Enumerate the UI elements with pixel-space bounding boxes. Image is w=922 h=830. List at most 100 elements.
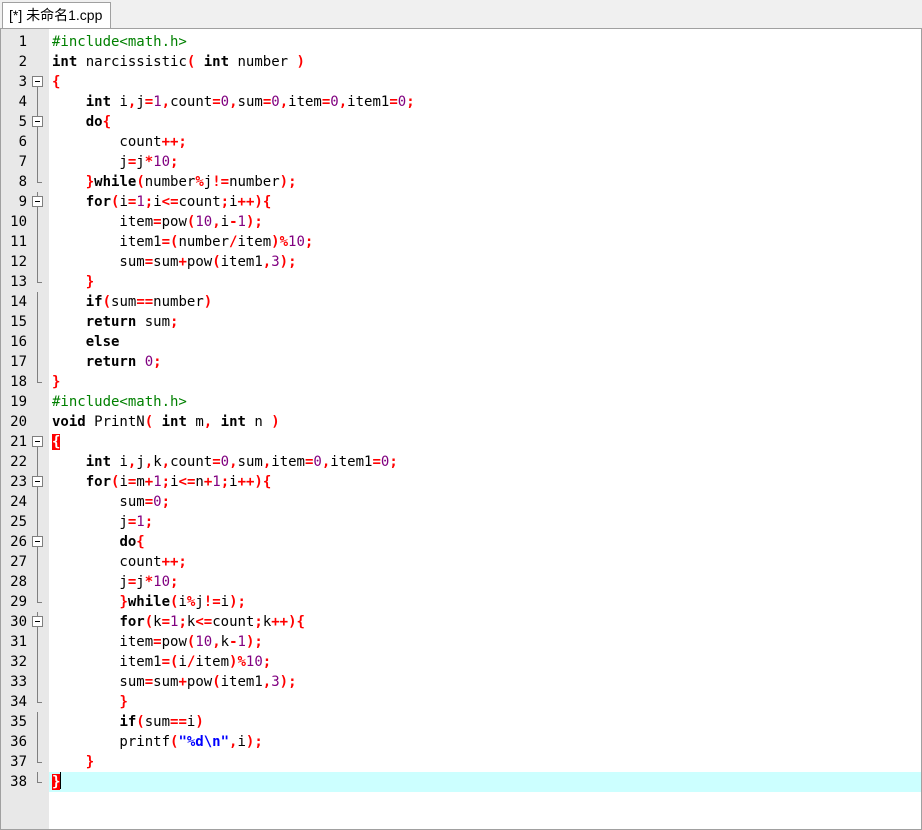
code-line[interactable]: 15 return sum;: [1, 312, 921, 332]
file-tab[interactable]: [*] 未命名1.cpp: [2, 2, 112, 28]
code-line[interactable]: 8 }while(number%j!=number);: [1, 172, 921, 192]
code-editor[interactable]: 1 #include<math.h> 2 int narcissistic( int …: [0, 28, 922, 830]
fold-guide: [31, 372, 45, 392]
code-line[interactable]: 5 do{: [1, 112, 921, 132]
code-token: item: [237, 234, 272, 250]
code-token: }: [85, 274, 95, 290]
fold-guide: [31, 572, 45, 592]
code-line[interactable]: 28 j=j*10;: [1, 572, 921, 592]
code-line[interactable]: 34 }: [1, 692, 921, 712]
fold-guide: [31, 412, 45, 432]
code-token: =: [144, 94, 154, 110]
code-token: 0: [144, 354, 154, 370]
fold-toggle-icon[interactable]: [31, 532, 45, 552]
code-line[interactable]: 17 return 0;: [1, 352, 921, 372]
line-number: 30: [10, 614, 27, 630]
code-line[interactable]: 33 sum=sum+pow(item1,3);: [1, 672, 921, 692]
code-line[interactable]: 35 if(sum==i): [1, 712, 921, 732]
code-line[interactable]: 25 j=1;: [1, 512, 921, 532]
line-number: 26: [10, 534, 27, 550]
code-token: }: [119, 594, 128, 610]
code-line[interactable]: 29 }while(i%j!=i);: [1, 592, 921, 612]
fold-toggle-icon[interactable]: [31, 72, 45, 92]
code-line[interactable]: 21 {: [1, 432, 921, 452]
line-number: 5: [18, 114, 27, 130]
code-line[interactable]: 27 count++;: [1, 552, 921, 572]
fold-guide: [31, 772, 45, 792]
fold-guide: [31, 52, 45, 72]
line-number: 35: [10, 714, 27, 730]
code-line[interactable]: 18}: [1, 372, 921, 392]
code-line[interactable]: 14 if(sum==number): [1, 292, 921, 312]
code-line[interactable]: 4 int i,j=1,count=0,sum=0,item=0,item1=0…: [1, 92, 921, 112]
code-token: if: [85, 294, 103, 310]
line-number: 34: [10, 694, 27, 710]
fold-toggle-icon[interactable]: [31, 192, 45, 212]
code-token: <=: [161, 194, 179, 210]
code-token: sum: [52, 674, 145, 690]
code-line[interactable]: 22 int i,j,k,count=0,sum,item=0,item1=0;: [1, 452, 921, 472]
code-token: for: [85, 474, 112, 490]
code-token: 0: [220, 454, 230, 470]
code-line[interactable]: 1 #include<math.h>: [1, 32, 921, 52]
code-line[interactable]: 19 #include<math.h>: [1, 392, 921, 412]
code-token: ;: [254, 614, 263, 630]
code-text: }: [52, 772, 62, 792]
code-token: 1: [136, 514, 145, 530]
code-line[interactable]: 30 for(k=1;k<=count;k++){: [1, 612, 921, 632]
line-number: 37: [10, 754, 27, 770]
code-line[interactable]: 38}: [1, 772, 921, 792]
fold-toggle-icon[interactable]: [31, 612, 45, 632]
code-line[interactable]: 24 sum=0;: [1, 492, 921, 512]
line-number: 6: [18, 134, 27, 150]
code-line[interactable]: 12 sum=sum+pow(item1,3);: [1, 252, 921, 272]
line-number: 23: [10, 474, 27, 490]
code-token: 3: [271, 254, 280, 270]
code-line[interactable]: 36 printf("%d\n",i);: [1, 732, 921, 752]
code-line[interactable]: 31 item=pow(10,k-1);: [1, 632, 921, 652]
code-token: ): [271, 414, 280, 430]
code-token: m: [186, 414, 204, 430]
code-token: (: [102, 294, 112, 310]
code-line[interactable]: 2 int narcissistic( int number ): [1, 52, 921, 72]
code-line[interactable]: 37 }: [1, 752, 921, 772]
code-text: do{: [52, 532, 144, 552]
code-token: ,: [203, 414, 213, 430]
code-line[interactable]: 6 count++;: [1, 132, 921, 152]
code-token: ;: [262, 654, 272, 670]
code-token: item: [288, 94, 322, 110]
code-text: int narcissistic( int number ): [52, 52, 305, 72]
code-token: int: [85, 94, 112, 110]
fold-toggle-icon[interactable]: [31, 472, 45, 492]
fold-toggle-icon[interactable]: [31, 112, 45, 132]
code-token: count: [52, 134, 162, 150]
code-line[interactable]: 9 for(i=1;i<=count;i++){: [1, 192, 921, 212]
code-token: i: [111, 454, 128, 470]
fold-toggle-icon[interactable]: [31, 432, 45, 452]
code-text: for(i=m+1;i<=n+1;i++){: [52, 472, 272, 492]
code-token: <=: [195, 614, 213, 630]
code-line[interactable]: 11 item1=(number/item)%10;: [1, 232, 921, 252]
code-line[interactable]: 7 j=j*10;: [1, 152, 921, 172]
code-line[interactable]: 10 item=pow(10,i-1);: [1, 212, 921, 232]
code-line[interactable]: 3{: [1, 72, 921, 92]
code-token: item: [195, 654, 230, 670]
code-line[interactable]: 13 }: [1, 272, 921, 292]
code-line[interactable]: 32 item1=(i/item)%10;: [1, 652, 921, 672]
code-line[interactable]: 23 for(i=m+1;i<=n+1;i++){: [1, 472, 921, 492]
code-token: m: [136, 474, 145, 490]
line-number: 12: [10, 254, 27, 270]
code-line[interactable]: 26 do{: [1, 532, 921, 552]
code-text: }: [52, 752, 94, 772]
code-line[interactable]: 16 else: [1, 332, 921, 352]
code-token: 1: [153, 474, 162, 490]
code-token: k: [220, 634, 230, 650]
code-token: i: [119, 194, 128, 210]
code-token: );: [245, 734, 263, 750]
code-line[interactable]: 20 void PrintN( int m, int n ): [1, 412, 921, 432]
